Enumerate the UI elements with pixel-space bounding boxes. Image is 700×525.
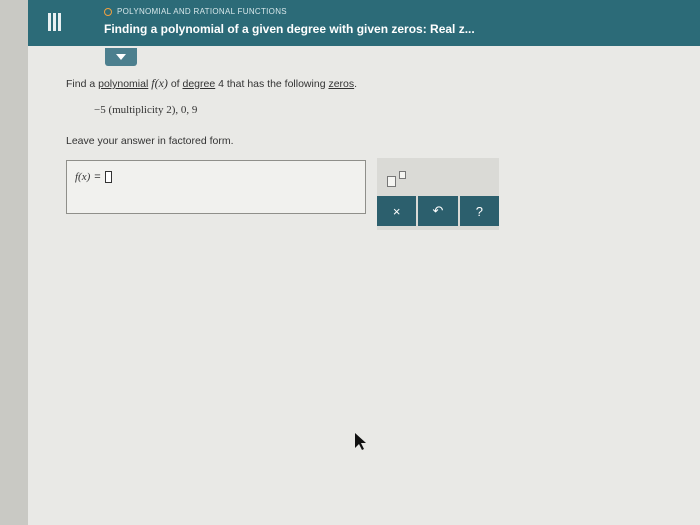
screen-bezel xyxy=(0,0,28,525)
answer-label: f(x) xyxy=(75,171,91,183)
chevron-down-icon xyxy=(116,54,126,60)
zeros-list: −5 (multiplicity 2), 0, 9 xyxy=(94,104,198,116)
question-text: Find a polynomial f(x) of degree 4 that … xyxy=(66,76,357,91)
equals-sign: = xyxy=(94,171,101,183)
collapse-toggle[interactable] xyxy=(105,48,137,66)
instruction-text: Leave your answer in factored form. xyxy=(66,135,234,147)
function-notation: f(x) xyxy=(151,76,168,90)
mouse-pointer-icon xyxy=(355,433,366,450)
question-middle: of xyxy=(170,78,180,90)
topic-label: POLYNOMIAL AND RATIONAL FUNCTIONS xyxy=(104,7,287,16)
question-middle-2: 4 that has the following xyxy=(218,78,326,90)
exponent-icon[interactable] xyxy=(387,170,411,192)
topic-text: POLYNOMIAL AND RATIONAL FUNCTIONS xyxy=(117,7,287,16)
question-period: . xyxy=(354,78,358,90)
answer-input[interactable]: f(x) = xyxy=(66,160,366,214)
input-placeholder-box[interactable] xyxy=(104,171,112,183)
polynomial-link[interactable]: polynomial xyxy=(98,78,148,90)
undo-button[interactable]: ↶ xyxy=(418,196,458,226)
progress-circle-icon xyxy=(104,7,112,16)
menu-icon[interactable] xyxy=(38,8,70,36)
math-toolbox: × ↶ ? xyxy=(377,158,499,230)
action-bar: × ↶ ? xyxy=(377,196,499,226)
top-bar: POLYNOMIAL AND RATIONAL FUNCTIONS Findin… xyxy=(28,0,700,46)
clear-button[interactable]: × xyxy=(377,196,417,226)
question-prefix: Find a xyxy=(66,78,96,90)
help-button[interactable]: ? xyxy=(459,196,499,226)
degree-link[interactable]: degree xyxy=(183,78,216,90)
lesson-title: Finding a polynomial of a given degree w… xyxy=(104,22,475,36)
zeros-link[interactable]: zeros xyxy=(328,78,354,90)
